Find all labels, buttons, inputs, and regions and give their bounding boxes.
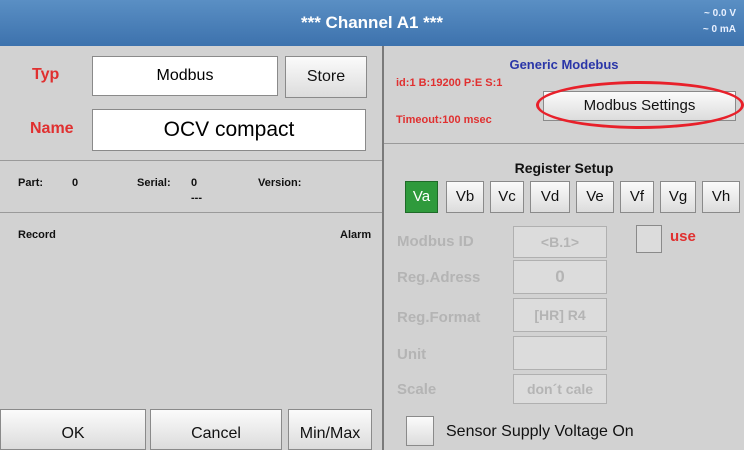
divider (384, 143, 744, 144)
register-vb-button[interactable]: Vb (446, 181, 484, 213)
register-vf-button[interactable]: Vf (620, 181, 654, 213)
sensor-supply-label: Sensor Supply Voltage On (446, 423, 634, 440)
serial-label: Serial: (137, 177, 171, 189)
typ-label: Typ (32, 66, 60, 83)
scale-label: Scale (397, 381, 437, 398)
left-panel (0, 46, 382, 450)
modbus-config: id:1 B:19200 P:E S:1 (396, 77, 503, 89)
modbus-id-label: Modbus ID (397, 233, 474, 250)
register-vh-button[interactable]: Vh (702, 181, 740, 213)
register-vg-button[interactable]: Vg (660, 181, 696, 213)
reg-format-field[interactable]: [HR] R4 (513, 298, 607, 332)
cancel-button[interactable]: Cancel (150, 409, 282, 450)
voltage-readout: ~ 0.0 V (704, 8, 736, 19)
serial-sub: --- (191, 192, 202, 204)
generic-modbus-title: Generic Modebus (509, 57, 619, 72)
title-bar: *** Channel A1 *** ~ 0.0 V ~ 0 mA (0, 0, 744, 46)
modbus-id-field[interactable]: <B.1> (513, 226, 607, 258)
reg-adress-field[interactable]: 0 (513, 260, 607, 294)
sensor-supply-checkbox[interactable] (406, 416, 434, 446)
register-va-button[interactable]: Va (405, 181, 438, 213)
typ-field[interactable]: Modbus (92, 56, 278, 96)
register-setup-title: Register Setup (514, 160, 614, 176)
store-button[interactable]: Store (285, 56, 367, 98)
unit-label: Unit (397, 346, 427, 363)
current-readout: ~ 0 mA (702, 24, 736, 35)
use-checkbox[interactable] (636, 225, 662, 253)
part-label: Part: (18, 177, 44, 189)
minmax-button[interactable]: Min/Max (288, 409, 372, 450)
name-field[interactable]: OCV compact (92, 109, 366, 151)
register-ve-button[interactable]: Ve (576, 181, 614, 213)
reg-format-label: Reg.Format (397, 309, 481, 326)
record-label: Record (18, 229, 56, 241)
register-vc-button[interactable]: Vc (490, 181, 524, 213)
annotation-ellipse (536, 81, 744, 129)
divider (0, 160, 382, 161)
alarm-label: Alarm (340, 229, 372, 241)
divider (0, 212, 382, 213)
use-label: use (670, 228, 696, 245)
register-vd-button[interactable]: Vd (530, 181, 570, 213)
timeout-label: Timeout:100 msec (396, 114, 492, 126)
reg-adress-label: Reg.Adress (397, 269, 481, 286)
unit-field[interactable] (513, 336, 607, 370)
channel-title: *** Channel A1 *** (300, 13, 444, 32)
part-value: 0 (72, 177, 79, 189)
scale-field[interactable]: don´t cale (513, 374, 607, 404)
serial-value: 0 (191, 177, 198, 189)
ok-button[interactable]: OK (0, 409, 146, 450)
version-label: Version: (258, 177, 302, 189)
name-label: Name (30, 120, 74, 137)
